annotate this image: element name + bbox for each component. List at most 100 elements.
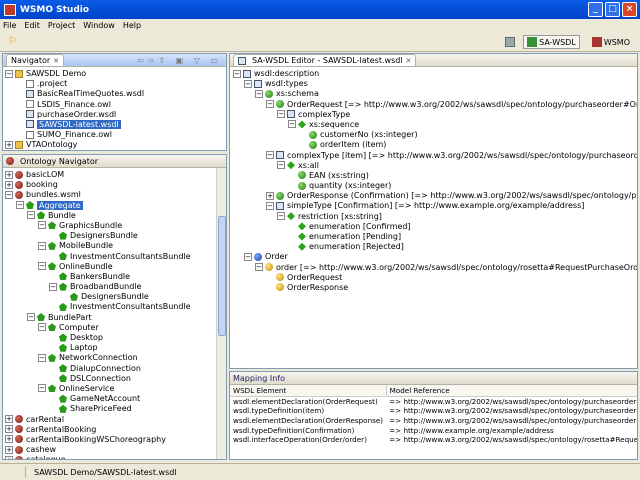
- tree-item[interactable]: − complexType: [233, 110, 637, 120]
- tree-item[interactable]: − xs:schema: [233, 89, 637, 99]
- table-row[interactable]: wsdl.elementDeclaration(OrderRequest) => …: [230, 397, 637, 407]
- expand-icon[interactable]: +: [5, 445, 13, 454]
- tab-editor[interactable]: SA-WSDL Editor - SAWSDL-latest.wsdl ✕: [233, 54, 417, 66]
- tree-item[interactable]: − wsdl:description: [233, 69, 637, 79]
- tree-item[interactable]: + OrderResponse (Confirmation) [=> http:/…: [233, 191, 637, 201]
- tree-item[interactable]: DesignersBundle: [5, 292, 226, 302]
- tree-item[interactable]: customerNo (xs:integer): [233, 130, 637, 140]
- collapse-icon[interactable]: −: [38, 262, 46, 271]
- tree-item[interactable]: − BroadbandBundle: [5, 282, 226, 292]
- tree-item[interactable]: DesignersBundle: [5, 231, 226, 241]
- tree-item[interactable]: orderItem (item): [233, 140, 637, 150]
- table-row[interactable]: wsdl.typeDefinition(Confirmation) => http…: [230, 425, 637, 435]
- tree-item[interactable]: − Order: [233, 252, 637, 262]
- tree-item[interactable]: − xs:sequence: [233, 120, 637, 130]
- tree-item[interactable]: − Bundle: [5, 211, 226, 221]
- close-icon[interactable]: ✕: [406, 57, 412, 65]
- scrollbar-thumb[interactable]: [218, 216, 226, 336]
- collapse-icon[interactable]: −: [277, 161, 285, 170]
- tree-item[interactable]: − OrderRequest [=> http://www.w3.org/2002…: [233, 100, 637, 110]
- tree-item[interactable]: enumeration [Pending]: [233, 232, 637, 242]
- tree-item[interactable]: − OnlineBundle: [5, 262, 226, 272]
- tree-item[interactable]: enumeration [Confirmed]: [233, 222, 637, 232]
- menu-window[interactable]: Window: [83, 21, 115, 30]
- tree-item[interactable]: − NetworkConnection: [5, 353, 226, 363]
- perspective-sawsdl[interactable]: SA-WSDL: [523, 35, 580, 49]
- tree-item[interactable]: OrderRequest: [233, 273, 637, 283]
- column-wsdl-element[interactable]: WSDL Element: [230, 385, 387, 397]
- collapse-icon[interactable]: −: [288, 120, 296, 129]
- tree-item[interactable]: − MobileBundle: [5, 241, 226, 251]
- tree-item[interactable]: BankersBundle: [5, 272, 226, 282]
- tree-item[interactable]: + VTAOntology: [5, 140, 226, 150]
- expand-icon[interactable]: +: [5, 170, 13, 179]
- tree-item[interactable]: BasicRealTimeQuotes.wsdl: [5, 89, 226, 99]
- tree-item[interactable]: − restriction [xs:string]: [233, 212, 637, 222]
- tree-item[interactable]: + catalogue: [5, 455, 226, 459]
- tree-item[interactable]: LSDIS_Finance.owl: [5, 100, 226, 110]
- collapse-icon[interactable]: −: [233, 69, 241, 78]
- tree-item[interactable]: − wsdl:types: [233, 79, 637, 89]
- tree-item[interactable]: − BundlePart: [5, 313, 226, 323]
- tree-item[interactable]: − Aggregate: [5, 200, 226, 211]
- menu-file[interactable]: File: [3, 21, 16, 30]
- collapse-icon[interactable]: −: [277, 212, 285, 221]
- collapse-icon[interactable]: −: [266, 201, 274, 210]
- expand-icon[interactable]: +: [5, 455, 13, 459]
- tree-item[interactable]: GameNetAccount: [5, 394, 226, 404]
- tree-item[interactable]: Desktop: [5, 333, 226, 343]
- tree-item[interactable]: Laptop: [5, 343, 226, 353]
- collapse-icon[interactable]: −: [5, 69, 13, 78]
- tree-item[interactable]: − SAWSDL Demo: [5, 69, 226, 79]
- collapse-icon[interactable]: −: [266, 151, 274, 159]
- close-button[interactable]: ×: [622, 2, 637, 17]
- expand-icon[interactable]: +: [5, 180, 13, 189]
- expand-icon[interactable]: +: [5, 425, 13, 434]
- collapse-icon[interactable]: −: [38, 241, 46, 250]
- tree-item[interactable]: − simpleType [Confirmation] [=> http://ww…: [233, 201, 637, 211]
- menu-help[interactable]: Help: [123, 21, 141, 30]
- collapse-icon[interactable]: −: [27, 313, 35, 322]
- tree-item[interactable]: InvestmentConsultantsBundle: [5, 302, 226, 312]
- navigator-toolbar-icons[interactable]: ⇦⇨⇧ ▣ ▽ ▭: [137, 56, 222, 65]
- tree-item[interactable]: − order [=> http://www.w3.org/2002/ws/saw…: [233, 263, 637, 273]
- minimize-button[interactable]: _: [588, 2, 603, 17]
- open-perspective-button-icon[interactable]: [505, 37, 516, 47]
- tree-item[interactable]: − bundles.wsml: [5, 190, 226, 200]
- tree-item[interactable]: DialupConnection: [5, 364, 226, 374]
- expand-icon[interactable]: +: [5, 415, 13, 423]
- collapse-icon[interactable]: −: [38, 221, 46, 230]
- collapse-icon[interactable]: −: [5, 190, 13, 199]
- collapse-icon[interactable]: −: [38, 323, 46, 332]
- tree-item[interactable]: SharePriceFeed: [5, 404, 226, 414]
- tree-item[interactable]: + basicLOM: [5, 170, 226, 180]
- menu-edit[interactable]: Edit: [24, 21, 40, 30]
- column-model-reference[interactable]: Model Reference: [386, 385, 637, 397]
- tree-item[interactable]: + carRentalBookingWSChoreography: [5, 435, 226, 445]
- tree-item[interactable]: − Computer: [5, 323, 226, 333]
- tree-item[interactable]: .project: [5, 79, 226, 89]
- tree-item[interactable]: − xs:all: [233, 161, 637, 171]
- tree-item[interactable]: + cashew: [5, 445, 226, 455]
- ontology-scrollbar[interactable]: [216, 168, 226, 459]
- tree-item[interactable]: enumeration [Rejected]: [233, 242, 637, 252]
- collapse-icon[interactable]: −: [16, 201, 24, 210]
- tree-item[interactable]: quantity (xs:integer): [233, 181, 637, 191]
- collapse-icon[interactable]: −: [255, 89, 263, 98]
- table-row[interactable]: wsdl.typeDefinition(item) => http://www.w…: [230, 406, 637, 416]
- tab-navigator[interactable]: Navigator ✕: [6, 54, 65, 66]
- tree-item[interactable]: + booking: [5, 180, 226, 190]
- expand-icon[interactable]: +: [266, 191, 274, 200]
- perspective-wsmo[interactable]: WSMO: [588, 35, 634, 49]
- table-row[interactable]: wsdl.interfaceOperation(Order/order) => h…: [230, 435, 637, 445]
- collapse-icon[interactable]: −: [38, 384, 46, 393]
- collapse-icon[interactable]: −: [255, 263, 263, 272]
- expand-icon[interactable]: +: [5, 435, 13, 444]
- tree-item[interactable]: SAWSDL-latest.wsdl: [5, 119, 226, 130]
- collapse-icon[interactable]: −: [27, 211, 35, 220]
- expand-icon[interactable]: +: [5, 140, 13, 149]
- tree-item[interactable]: DSLConnection: [5, 374, 226, 384]
- tree-item[interactable]: EAN (xs:string): [233, 171, 637, 181]
- tree-item[interactable]: − OnlineService: [5, 384, 226, 394]
- table-row[interactable]: wsdl.elementDeclaration(OrderResponse) =>…: [230, 416, 637, 426]
